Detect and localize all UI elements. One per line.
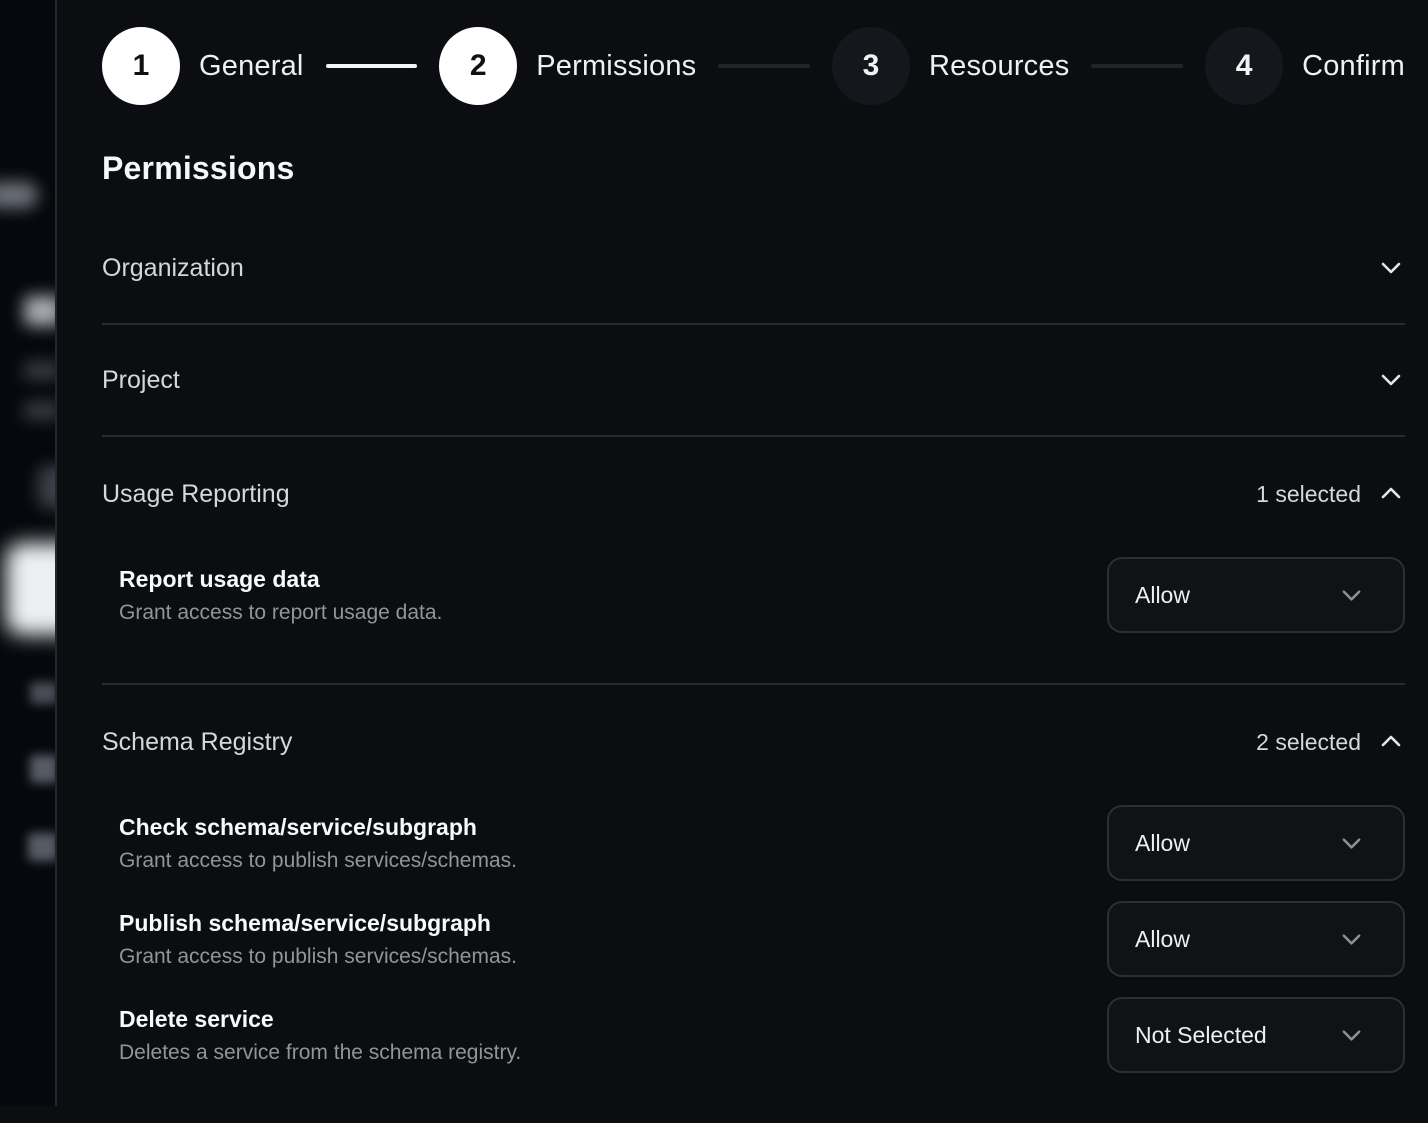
background-sidebar [0, 0, 57, 1106]
page-title: Permissions [102, 149, 1405, 187]
chevron-up-icon[interactable] [1377, 480, 1405, 508]
selected-count-badge: 1 selected [1256, 481, 1361, 508]
permission-item-text: Publish schema/service/subgraph Grant acc… [119, 910, 517, 969]
section-header-organization[interactable]: Organization [102, 253, 1405, 283]
selected-value: Not Selected [1135, 1022, 1267, 1049]
step-number-badge: 2 [439, 27, 517, 105]
section-header-usage-reporting[interactable]: Usage Reporting 1 selected [102, 479, 1405, 509]
chevron-down-icon [1338, 1022, 1365, 1049]
section-meta: 2 selected [1256, 728, 1405, 756]
chevron-down-icon[interactable] [1377, 254, 1405, 282]
stepper: 1 General 2 Permissions 3 Resources 4 Confirm [102, 27, 1405, 105]
section-meta [1377, 254, 1405, 282]
sidebar-blurred-content [30, 755, 57, 783]
permission-select-publish-schema-service-subgraph[interactable]: Allow [1107, 901, 1405, 977]
permission-item-title: Delete service [119, 1006, 521, 1033]
chevron-down-icon [1338, 926, 1365, 953]
section-meta: 1 selected [1256, 480, 1405, 508]
section-title: Organization [102, 253, 244, 283]
permission-select-check-schema-service-subgraph[interactable]: Allow [1107, 805, 1405, 881]
permission-item-report-usage-data: Report usage data Grant access to report … [102, 557, 1405, 633]
permission-item-text: Delete service Deletes a service from the… [119, 1006, 521, 1065]
chevron-down-icon [1338, 582, 1365, 609]
permission-item-delete-service: Delete service Deletes a service from the… [102, 997, 1405, 1073]
permission-item-description: Deletes a service from the schema regist… [119, 1041, 521, 1065]
sidebar-blurred-content [24, 362, 57, 379]
step-connector [326, 64, 418, 68]
permission-item-description: Grant access to publish services/schemas… [119, 849, 517, 873]
section-organization: Organization [102, 213, 1405, 325]
permission-item-text: Report usage data Grant access to report … [119, 566, 442, 625]
step-number-badge: 1 [102, 27, 180, 105]
section-title: Usage Reporting [102, 479, 290, 509]
permission-item-title: Publish schema/service/subgraph [119, 910, 517, 937]
permission-item-description: Grant access to publish services/schemas… [119, 945, 517, 969]
permission-items: Report usage data Grant access to report … [102, 557, 1405, 633]
app-window: 1 General 2 Permissions 3 Resources 4 Confirm P… [0, 0, 1428, 1106]
section-title: Project [102, 365, 180, 395]
permission-select-delete-service[interactable]: Not Selected [1107, 997, 1405, 1073]
step-label: General [199, 50, 304, 83]
section-header-schema-registry[interactable]: Schema Registry 2 selected [102, 727, 1405, 757]
sidebar-blurred-content [38, 466, 57, 508]
selected-value: Allow [1135, 926, 1190, 953]
step-label: Permissions [536, 50, 696, 83]
stepper-step-general[interactable]: 1 General [102, 27, 304, 105]
sidebar-blurred-content [24, 296, 57, 326]
permission-select-report-usage-data[interactable]: Allow [1107, 557, 1405, 633]
section-title: Schema Registry [102, 727, 292, 757]
permission-sections: Organization Project Usage Reporting 1 sele… [102, 213, 1405, 1123]
step-connector [1091, 64, 1183, 68]
selected-count-badge: 2 selected [1256, 729, 1361, 756]
sidebar-blurred-content [30, 682, 57, 704]
selected-value: Allow [1135, 582, 1190, 609]
section-meta [1377, 366, 1405, 394]
stepper-step-permissions[interactable]: 2 Permissions [439, 27, 696, 105]
section-schema-registry: Schema Registry 2 selected Check schema/se… [102, 685, 1405, 1123]
permission-item-description: Grant access to report usage data. [119, 601, 442, 625]
chevron-down-icon [1338, 830, 1365, 857]
step-number-badge: 4 [1205, 27, 1283, 105]
step-label: Confirm [1302, 50, 1405, 83]
sidebar-blurred-content [28, 833, 57, 861]
permission-items: Check schema/service/subgraph Grant acces… [102, 805, 1405, 1073]
selected-value: Allow [1135, 830, 1190, 857]
section-header-project[interactable]: Project [102, 365, 1405, 395]
sidebar-blurred-content [0, 182, 38, 208]
stepper-step-confirm[interactable]: 4 Confirm [1205, 27, 1405, 105]
step-number-badge: 3 [832, 27, 910, 105]
permissions-wizard-panel: 1 General 2 Permissions 3 Resources 4 Confirm P… [57, 0, 1428, 1106]
permission-item-publish-schema-service-subgraph: Publish schema/service/subgraph Grant acc… [102, 901, 1405, 977]
section-usage-reporting: Usage Reporting 1 selected Report usage da… [102, 437, 1405, 685]
section-project: Project [102, 325, 1405, 437]
chevron-up-icon[interactable] [1377, 728, 1405, 756]
step-label: Resources [929, 50, 1069, 83]
sidebar-blurred-content [6, 543, 57, 635]
step-connector [718, 64, 810, 68]
sidebar-blurred-content [24, 402, 57, 419]
permission-item-text: Check schema/service/subgraph Grant acces… [119, 814, 517, 873]
permission-item-check-schema-service-subgraph: Check schema/service/subgraph Grant acces… [102, 805, 1405, 881]
permission-item-title: Report usage data [119, 566, 442, 593]
permission-item-title: Check schema/service/subgraph [119, 814, 517, 841]
chevron-down-icon[interactable] [1377, 366, 1405, 394]
stepper-step-resources[interactable]: 3 Resources [832, 27, 1069, 105]
